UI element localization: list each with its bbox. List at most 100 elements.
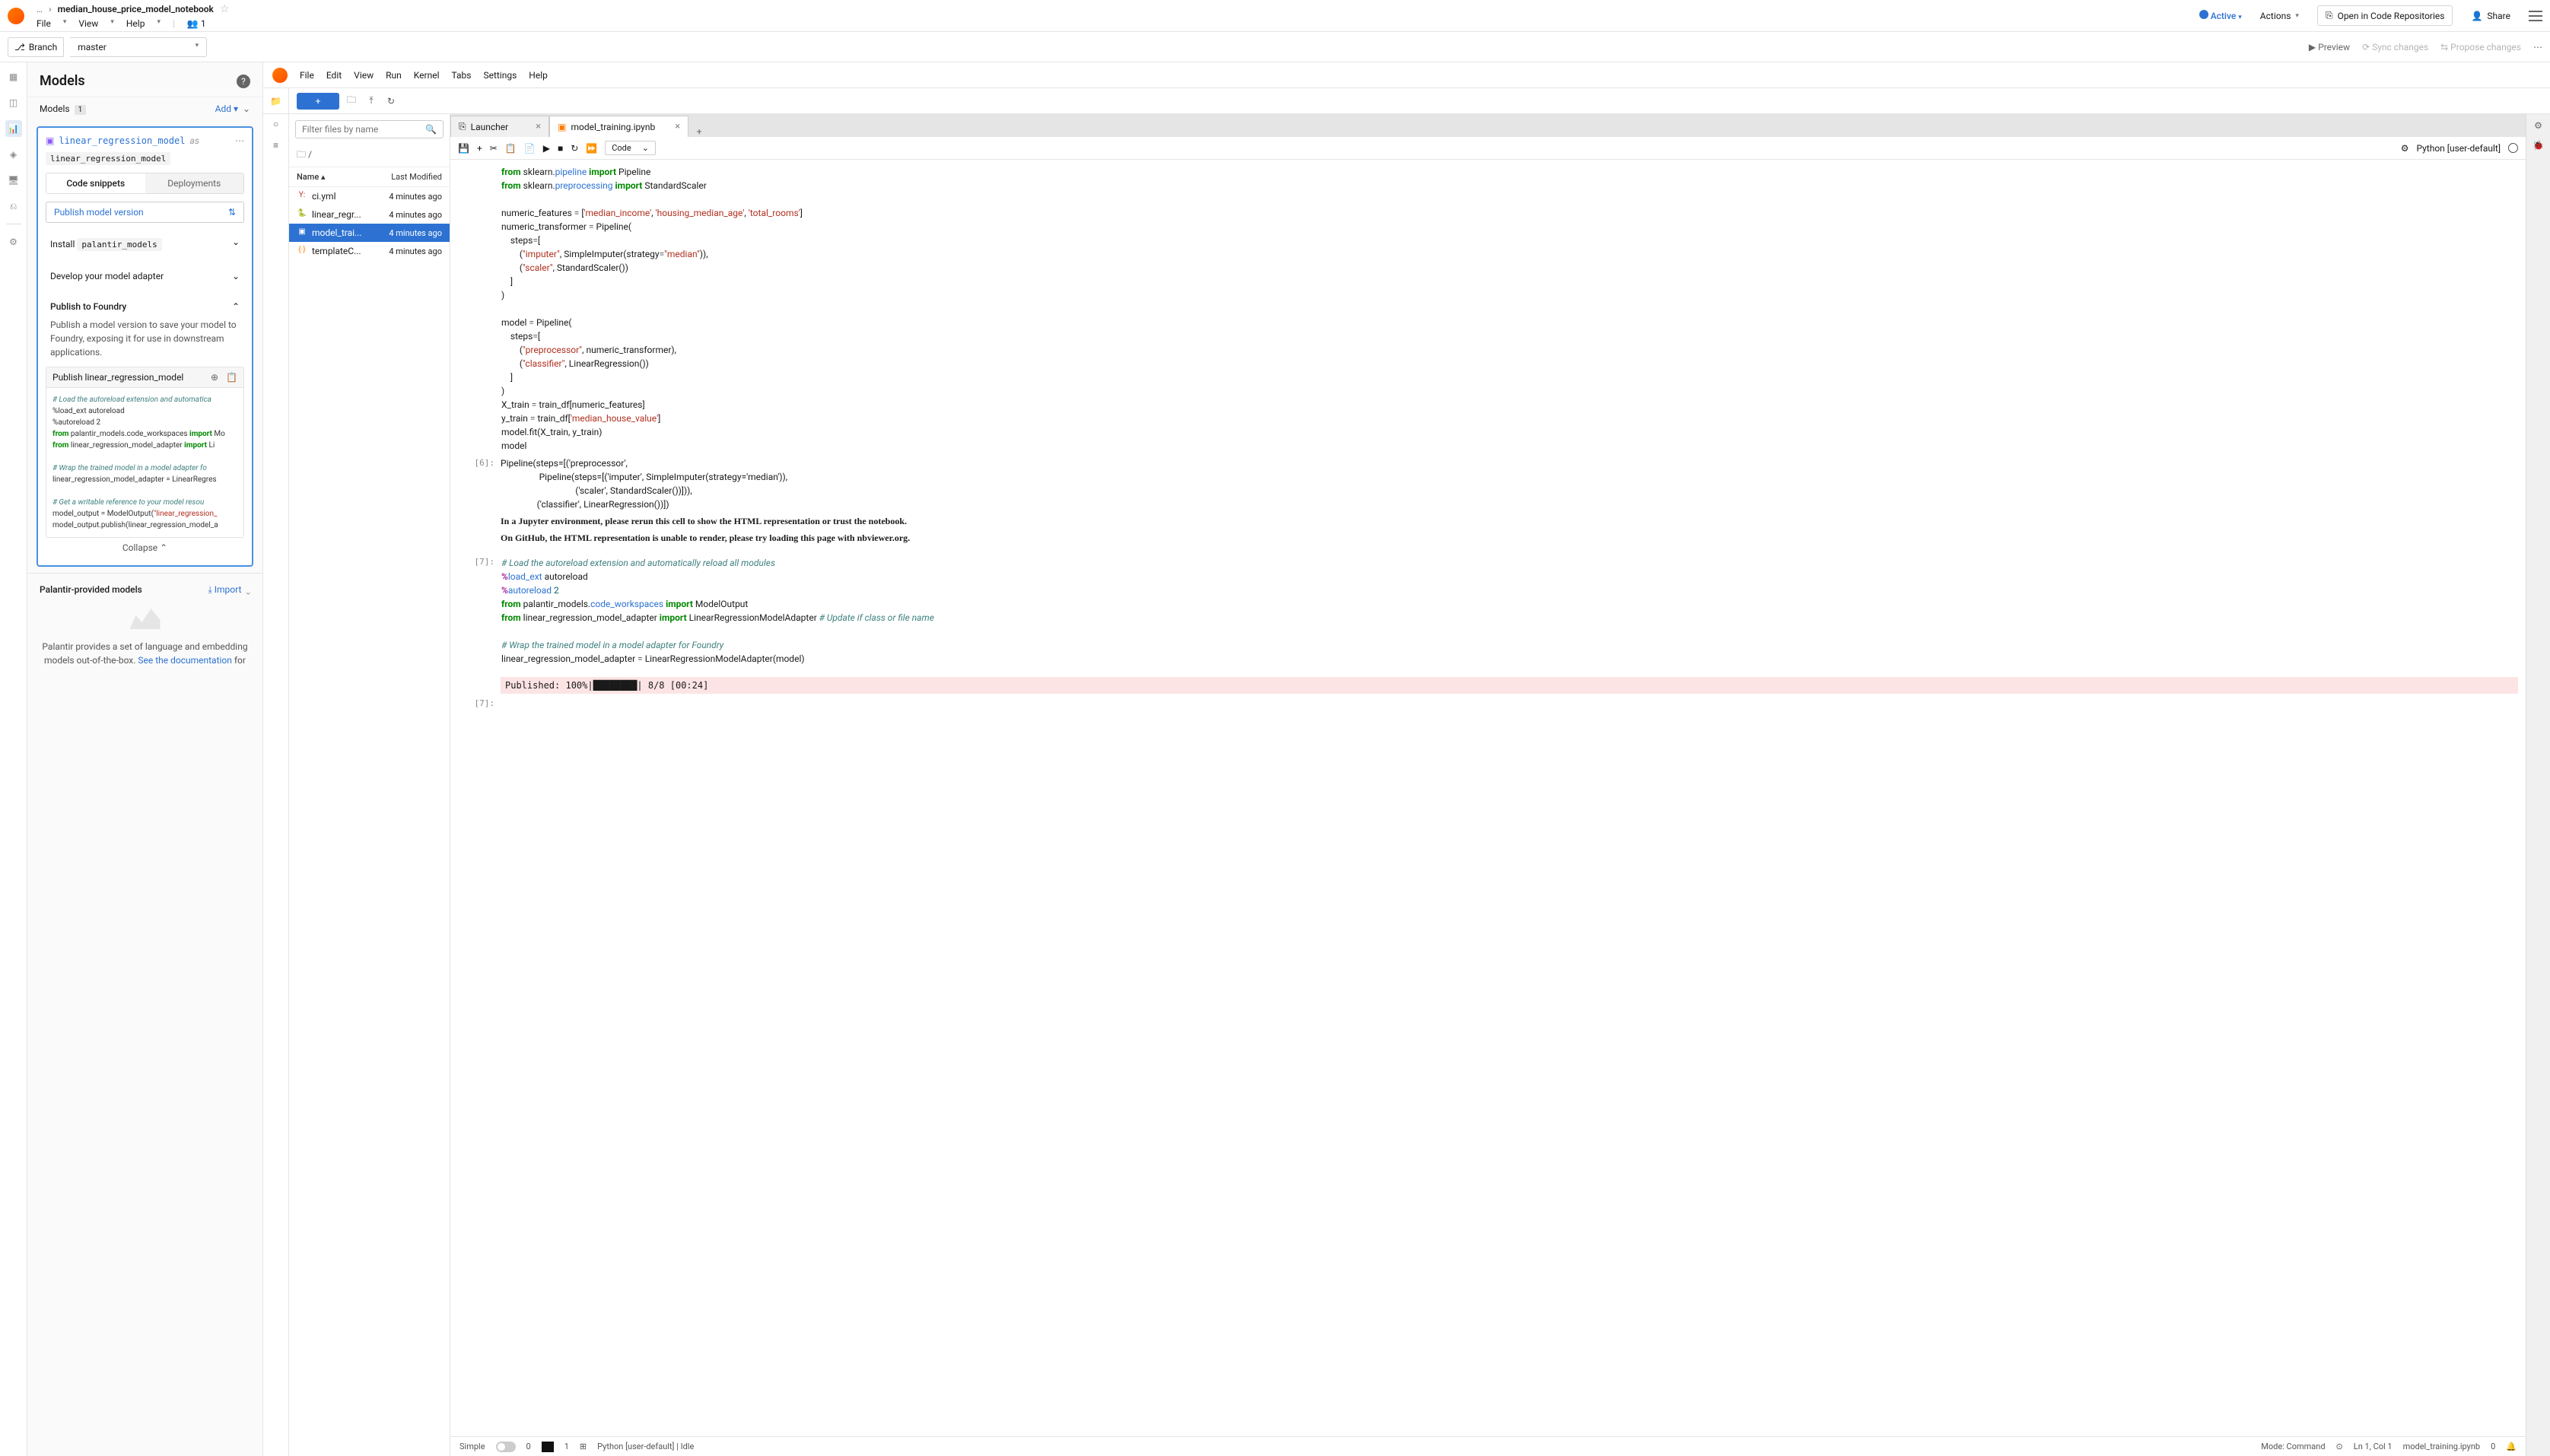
- toc-icon[interactable]: ≡: [273, 140, 278, 151]
- bell-icon[interactable]: 🔔: [2506, 1442, 2517, 1451]
- menu-view[interactable]: View: [78, 18, 98, 29]
- menu-help[interactable]: Help: [126, 18, 145, 29]
- filter-input[interactable]: [302, 124, 425, 135]
- doc-link[interactable]: See the documentation: [138, 655, 232, 666]
- rail-package-icon[interactable]: ◫: [5, 94, 22, 111]
- add-tab-button[interactable]: +: [688, 126, 710, 137]
- kernel-name[interactable]: Python [user-default]: [2416, 143, 2501, 154]
- stop-icon[interactable]: ■: [558, 143, 563, 154]
- paste-icon[interactable]: 📄: [524, 143, 536, 154]
- path-breadcrumb[interactable]: 🗀 /: [289, 145, 450, 167]
- rail-models-icon[interactable]: 📊: [5, 120, 22, 137]
- nb-menu-run[interactable]: Run: [386, 70, 402, 81]
- tab-code-snippets[interactable]: Code snippets: [46, 173, 145, 193]
- document-title[interactable]: median_house_price_model_notebook: [58, 4, 214, 14]
- new-folder-icon[interactable]: 🗀: [344, 93, 359, 109]
- code-cell[interactable]: from sklearn.pipeline import Pipeline fr…: [450, 163, 2526, 455]
- upload-icon[interactable]: ⤒: [364, 95, 379, 106]
- breadcrumb-ellipsis[interactable]: …: [37, 4, 43, 14]
- more-icon[interactable]: [2529, 11, 2542, 21]
- collapse-button[interactable]: Collapse ⌃: [46, 538, 244, 558]
- close-tab-icon[interactable]: ×: [675, 121, 680, 132]
- auth-icon[interactable]: 👥1: [187, 18, 206, 29]
- model-name[interactable]: linear_regression_model: [59, 135, 185, 146]
- stop-icon[interactable]: ○: [273, 119, 278, 129]
- run-all-icon[interactable]: ⏩: [586, 143, 597, 154]
- nb-menu-view[interactable]: View: [354, 70, 374, 81]
- tab-launcher[interactable]: ⎘ Launcher ×: [450, 116, 549, 137]
- branch-select[interactable]: master▾: [70, 37, 207, 57]
- star-icon[interactable]: ☆: [220, 3, 230, 15]
- cell-type-select[interactable]: Code⌄: [605, 141, 656, 155]
- copy-icon[interactable]: 📋: [226, 372, 237, 383]
- refresh-icon[interactable]: ↻: [383, 96, 399, 106]
- snippet-header: Publish linear_regression_model ⊕ 📋: [46, 367, 244, 387]
- filter-input-wrap: 🔍: [295, 120, 444, 138]
- sync-button[interactable]: ⟳ Sync changes: [2362, 42, 2428, 52]
- nb-menu-file[interactable]: File: [300, 70, 314, 81]
- folder-icon[interactable]: 📁: [263, 88, 289, 113]
- insert-icon[interactable]: ⊕: [211, 372, 218, 383]
- tab-notebook[interactable]: ▣ model_training.ipynb ×: [549, 116, 688, 137]
- file-row[interactable]: {·}templateC...4 minutes ago: [289, 242, 450, 260]
- add-model-button[interactable]: Add ▾: [215, 103, 238, 114]
- copy-icon[interactable]: 📋: [505, 143, 517, 154]
- new-launcher-button[interactable]: +: [297, 93, 339, 110]
- file-row[interactable]: ▣model_trai...4 minutes ago: [289, 224, 450, 242]
- share-button[interactable]: 👤 Share: [2463, 7, 2518, 25]
- import-button[interactable]: ⤓ Import: [208, 584, 241, 595]
- nb-menu-kernel[interactable]: Kernel: [414, 70, 440, 81]
- publish-dropdown[interactable]: Publish model version⇅: [46, 202, 244, 223]
- nb-menu-tabs[interactable]: Tabs: [451, 70, 471, 81]
- rail-settings-icon[interactable]: ⚙: [5, 234, 22, 250]
- gear-icon[interactable]: ⚙: [2401, 143, 2409, 154]
- publish-accordion[interactable]: Publish to Foundry ⌃: [46, 295, 244, 318]
- preview-button[interactable]: ▶ Preview: [2309, 42, 2350, 52]
- settings-icon[interactable]: ⚙: [2534, 120, 2542, 131]
- file-row[interactable]: Y:ci.yml4 minutes ago: [289, 187, 450, 205]
- model-more-icon[interactable]: ⋯: [235, 135, 244, 165]
- close-tab-icon[interactable]: ×: [536, 121, 541, 132]
- rail-data-icon[interactable]: ▦: [5, 68, 22, 85]
- kernel-status[interactable]: Python [user-default] | Idle: [597, 1442, 694, 1451]
- active-status[interactable]: Active ▾: [2199, 10, 2242, 21]
- menu-file[interactable]: File: [37, 18, 51, 29]
- install-accordion[interactable]: Install palantir_models ⌄: [46, 230, 244, 257]
- code-cell[interactable]: [7]: # Load the autoreload extension and…: [450, 554, 2526, 668]
- simple-toggle[interactable]: [496, 1442, 516, 1452]
- cursor-position: Ln 1, Col 1: [2354, 1442, 2393, 1451]
- save-icon[interactable]: 💾: [458, 143, 469, 154]
- propose-button[interactable]: ⇆ Propose changes: [2440, 42, 2521, 52]
- rail-monitor-icon[interactable]: 🖥: [5, 172, 22, 189]
- cut-icon[interactable]: ✂: [490, 143, 498, 154]
- rail-git-icon[interactable]: ⎌: [5, 198, 22, 215]
- search-icon: 🔍: [425, 124, 437, 135]
- right-rail: ⚙ 🐞: [2526, 114, 2550, 1456]
- tab-deployments[interactable]: Deployments: [145, 173, 244, 193]
- file-row[interactable]: 🐍linear_regr...4 minutes ago: [289, 205, 450, 224]
- develop-accordion[interactable]: Develop your model adapter ⌄: [46, 265, 244, 288]
- model-card: ▣ linear_regression_model as linear_regr…: [37, 126, 253, 567]
- sort-icon[interactable]: ▴: [321, 172, 326, 182]
- open-repo-button[interactable]: ⎘ Open in Code Repositories: [2317, 5, 2453, 26]
- help-icon[interactable]: ?: [237, 75, 250, 88]
- actions-button[interactable]: Actions ▾: [2253, 7, 2307, 25]
- terminal-icon[interactable]: [542, 1442, 554, 1452]
- notebook-toolbar: 💾 + ✂ 📋 📄 ▶ ■ ↻ ⏩ Code⌄ ⚙ Python [user-d…: [450, 137, 2526, 160]
- gpu-icon[interactable]: ⊞: [580, 1442, 587, 1451]
- chevron-down-icon[interactable]: ⌄: [246, 584, 250, 595]
- rail-cube-icon[interactable]: ◈: [5, 146, 22, 163]
- run-icon[interactable]: ▶: [543, 143, 550, 154]
- bell-count: 0: [2491, 1442, 2495, 1451]
- nb-menu-settings[interactable]: Settings: [483, 70, 517, 81]
- nb-menu-help[interactable]: Help: [529, 70, 548, 81]
- branch-row: ⎇Branch master▾ ▶ Preview ⟳ Sync changes…: [0, 32, 2550, 62]
- status-bar: Simple 0 1 ⊞ Python [user-default] | Idl…: [450, 1436, 2526, 1456]
- restart-icon[interactable]: ↻: [571, 143, 578, 154]
- chevron-down-icon[interactable]: ⌄: [243, 103, 250, 114]
- kernel-status-icon[interactable]: [2508, 143, 2518, 153]
- add-cell-icon[interactable]: +: [477, 143, 482, 154]
- nb-menu-edit[interactable]: Edit: [326, 70, 342, 81]
- bug-icon[interactable]: 🐞: [2533, 140, 2544, 151]
- more-dots-icon[interactable]: ⋯: [2533, 42, 2542, 52]
